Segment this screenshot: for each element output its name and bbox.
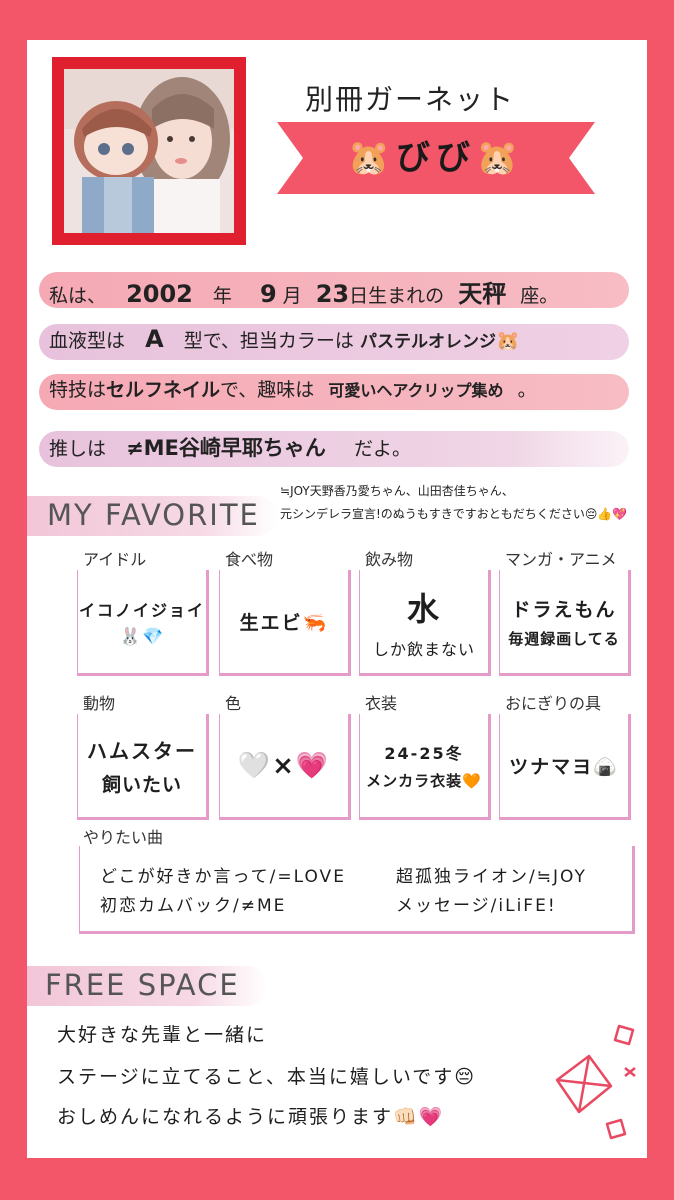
favorite-sub: メンカラ衣装🧡 (366, 772, 482, 790)
member-name: 🐹びび🐹 (277, 122, 595, 194)
favorite-value: ツナマヨ🍙 (509, 756, 619, 778)
category-label: 動物 (83, 694, 116, 713)
birth-day: 23 (315, 280, 350, 308)
favorite-value: 水 (406, 589, 441, 628)
favorite-sub: 🐰💎 (119, 626, 165, 647)
intro-line-blood: 血液型は A 型で、担当カラーは パステルオレンジ🐹 (49, 325, 520, 353)
favorite-sub: 毎週録画してる (508, 629, 620, 648)
profile-photo (64, 69, 234, 233)
song-item: 初恋カムバック/≠ME (100, 896, 287, 916)
favorite-value: ドラえもん (511, 598, 617, 621)
song-item: どこが好きか言って/=LOVE (100, 867, 346, 887)
hamster-icon: 🐹 (347, 138, 396, 178)
favorite-box-anime: ドラえもん毎週録画してる (499, 570, 631, 676)
free-space-line: おしめんになれるように頑張ります👊🏻💗 (57, 1106, 445, 1128)
intro-text: 推しは (49, 438, 107, 460)
intro-line-skill: 特技はセルフネイルで、趣味は 可愛いヘアクリップ集め 。 (49, 375, 537, 402)
blood-type: A (145, 325, 164, 353)
birth-year: 2002 (126, 280, 193, 308)
intro-text: 年 (212, 285, 232, 307)
intro-text: 型で、担当カラーは (183, 330, 354, 352)
profile-photo-frame (52, 57, 246, 245)
intro-text: 特技は (49, 379, 107, 401)
diamond-decoration-icon (555, 1024, 636, 1140)
skill: セルフネイル (106, 379, 221, 401)
intro-text: 月 (282, 285, 302, 307)
category-label: マンガ・アニメ (505, 550, 617, 569)
favorite-sub: 飼いたい (101, 773, 182, 796)
category-label: 衣装 (365, 694, 398, 713)
favorite-box-color: 🤍×💗 (219, 714, 351, 820)
favorite-box-drink: 水しか飲まない (359, 570, 491, 676)
songs-label: やりたい曲 (83, 828, 164, 847)
birth-month: 9 (259, 280, 277, 308)
hamster-icon: 🐹 (495, 330, 520, 352)
member-color: パステルオレンジ (359, 332, 496, 352)
favorite-value: 生エビ🦐 (239, 612, 329, 634)
favorite-note-1: ≒JOY天野香乃愛ちゃん、山田杏佳ちゃん、 (280, 484, 514, 498)
songs-box: どこが好きか言って/=LOVE 初恋カムバック/≠ME 超孤独ライオン/≒JOY… (79, 846, 635, 934)
favorite-value: イコノイジョイ (78, 600, 205, 620)
intro-text: 座。 (520, 285, 559, 307)
oshi: ≠ME谷崎早耶ちゃん (126, 436, 326, 460)
member-name-text: びび (396, 138, 476, 178)
category-label: アイドル (83, 550, 147, 569)
hamster-icon: 🐹 (476, 138, 525, 178)
song-item: 超孤独ライオン/≒JOY (396, 867, 587, 887)
intro-text: 。 (517, 379, 537, 401)
favorite-title: MY FAVORITE (47, 498, 260, 532)
category-label: おにぎりの具 (505, 694, 602, 713)
favorite-value: 🤍×💗 (237, 750, 331, 781)
profile-card: 別冊ガーネット 🐹びび🐹 私は、 2002 年 9月 23日生まれの 天秤 座。… (27, 40, 647, 1158)
intro-line-oshi: 推しは ≠ME谷崎早耶ちゃん だよ。 (49, 432, 411, 462)
category-label: 色 (225, 694, 242, 713)
category-label: 食べ物 (225, 550, 274, 569)
favorite-sub: しか飲まない (372, 639, 475, 659)
zodiac: 天秤 (458, 280, 507, 308)
group-name: 別冊ガーネット (305, 83, 516, 116)
intro-text: だよ。 (353, 438, 411, 460)
favorite-box-costume: 24-25冬 メンカラ衣装🧡 (359, 714, 491, 820)
intro-text: 日生まれの (349, 285, 445, 307)
favorite-box-idol: イコノイジョイ 🐰💎 (77, 570, 209, 676)
category-label: 飲み物 (365, 550, 414, 569)
favorite-box-onigiri: ツナマヨ🍙 (499, 714, 631, 820)
intro-line-birth: 私は、 2002 年 9月 23日生まれの 天秤 座。 (49, 274, 558, 309)
intro-text: で、趣味は (220, 379, 315, 401)
favorite-value: ハムスター (87, 738, 197, 763)
favorite-box-animal: ハムスター 飼いたい (77, 714, 209, 820)
favorite-box-food: 生エビ🦐 (219, 570, 351, 676)
song-item: メッセージ/iLiFE! (396, 896, 557, 916)
intro-text: 血液型は (49, 330, 126, 352)
hobby: 可愛いヘアクリップ集め (328, 381, 504, 400)
intro-text: 私は、 (49, 285, 107, 307)
free-space-line: ステージに立てること、本当に嬉しいです😔 (57, 1066, 477, 1088)
favorite-value: 24-25冬 (384, 744, 464, 763)
free-space-line: 大好きな先輩と一緒に (57, 1024, 268, 1046)
favorite-note-2: 元シンデレラ宣言!のぬうもすきですおともだちください😔👍💖 (280, 507, 628, 521)
free-space-title: FREE SPACE (45, 968, 240, 1002)
